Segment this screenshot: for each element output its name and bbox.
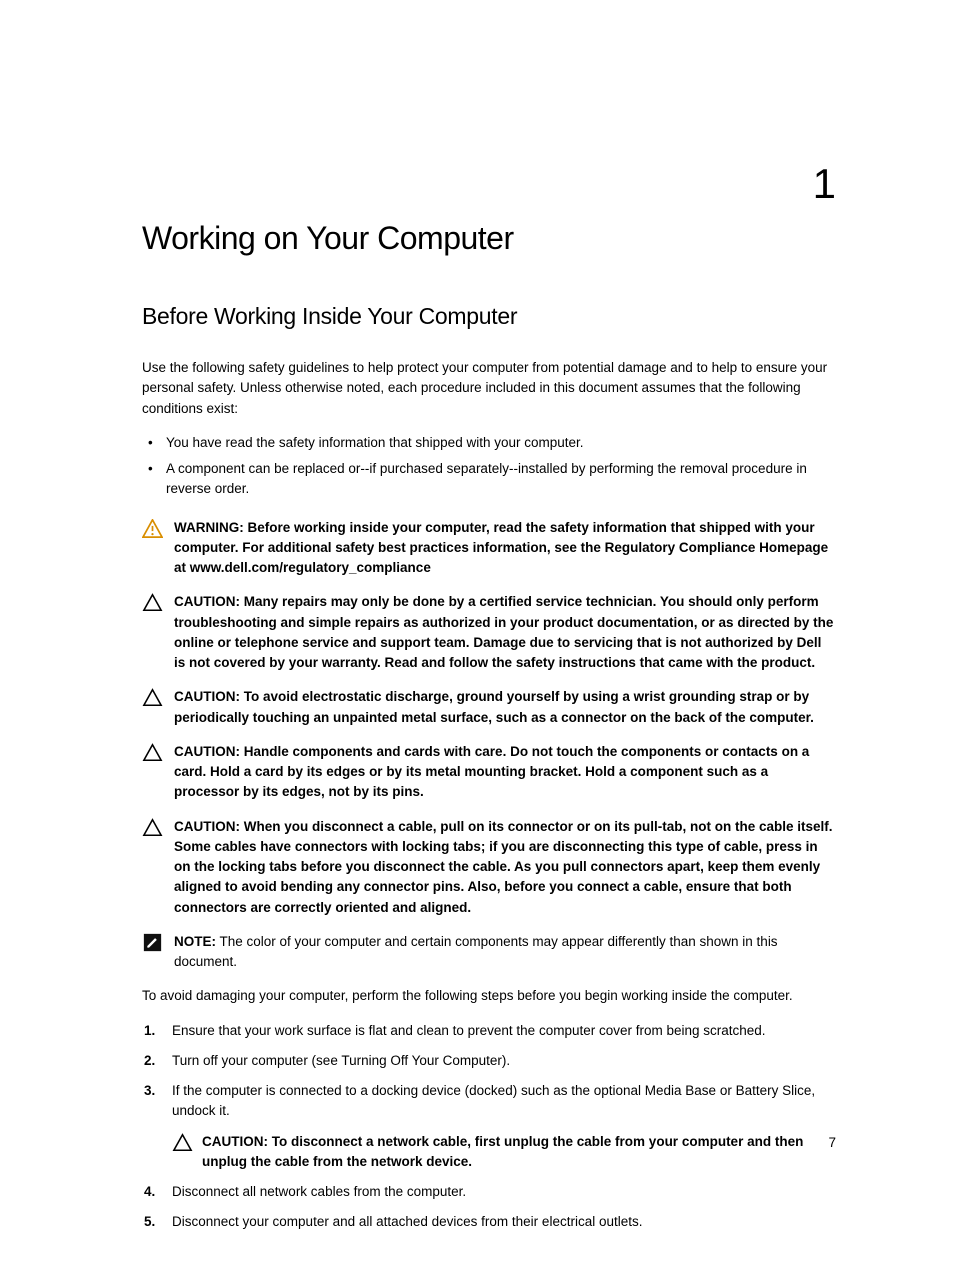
caution-triangle-icon: [142, 687, 174, 707]
transition-paragraph: To avoid damaging your computer, perform…: [142, 986, 836, 1006]
caution-triangle-icon: [142, 817, 174, 837]
step-item: Disconnect your computer and all attache…: [142, 1212, 836, 1232]
caution-admonition: CAUTION: To avoid electrostatic discharg…: [142, 687, 836, 728]
caution-admonition: CAUTION: To disconnect a network cable, …: [172, 1132, 836, 1173]
section-heading: Before Working Inside Your Computer: [142, 303, 836, 330]
warning-text: WARNING: Before working inside your comp…: [174, 518, 836, 579]
note-text: NOTE: The color of your computer and cer…: [174, 932, 836, 973]
step-item: Turn off your computer (see Turning Off …: [142, 1051, 836, 1071]
list-item: You have read the safety information tha…: [142, 433, 836, 453]
caution-triangle-icon: [172, 1132, 202, 1152]
page-number: 7: [828, 1135, 836, 1150]
page-title: Working on Your Computer: [142, 220, 836, 257]
conditions-list: You have read the safety information tha…: [142, 433, 836, 500]
caution-admonition: CAUTION: Many repairs may only be done b…: [142, 592, 836, 673]
caution-triangle-icon: [142, 592, 174, 612]
step-item: If the computer is connected to a dockin…: [142, 1081, 836, 1172]
caution-admonition: CAUTION: Handle components and cards wit…: [142, 742, 836, 803]
caution-triangle-icon: [142, 742, 174, 762]
intro-paragraph: Use the following safety guidelines to h…: [142, 358, 836, 419]
caution-text: CAUTION: Handle components and cards wit…: [174, 742, 836, 803]
note-pencil-icon: [142, 932, 174, 952]
step-item: Ensure that your work surface is flat an…: [142, 1021, 836, 1041]
step-item: Disconnect all network cables from the c…: [142, 1182, 836, 1202]
list-item: A component can be replaced or--if purch…: [142, 459, 836, 500]
caution-text: CAUTION: When you disconnect a cable, pu…: [174, 817, 836, 918]
caution-text: CAUTION: To disconnect a network cable, …: [202, 1132, 836, 1173]
steps-list: Ensure that your work surface is flat an…: [142, 1021, 836, 1233]
caution-admonition: CAUTION: When you disconnect a cable, pu…: [142, 817, 836, 918]
caution-text: CAUTION: To avoid electrostatic discharg…: [174, 687, 836, 728]
caution-text: CAUTION: Many repairs may only be done b…: [174, 592, 836, 673]
note-admonition: NOTE: The color of your computer and cer…: [142, 932, 836, 973]
warning-admonition: WARNING: Before working inside your comp…: [142, 518, 836, 579]
warning-triangle-icon: [142, 518, 174, 538]
chapter-number: 1: [813, 160, 836, 208]
